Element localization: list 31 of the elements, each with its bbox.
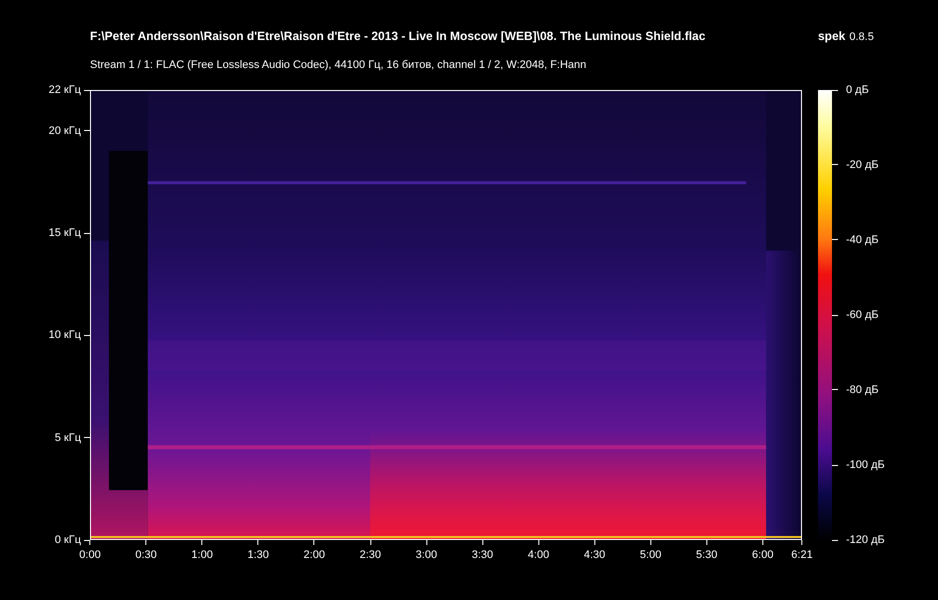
frequency-label: 22 кГц [48,84,81,96]
time-label: 6:21 [791,549,813,561]
time-label: 3:30 [472,549,494,561]
time-label: 4:00 [528,549,550,561]
time-label: 0:30 [135,549,157,561]
level-label: -100 дБ [846,459,885,471]
level-label: -20 дБ [846,158,879,171]
level-label: -120 дБ [846,534,885,546]
frequency-label: 15 кГц [48,227,81,240]
time-label: 3:00 [416,549,438,561]
file-path-title: F:\Peter Andersson\Raison d'Etre\Raison d'Etre - 2013 - Live In Moscow [WEB]\08. The Luminous Shield.flac [90,29,706,43]
time-label: 1:30 [247,549,269,561]
frequency-label: 5 кГц [54,432,81,444]
app-name: spek [818,29,846,43]
time-label: 2:30 [360,549,382,561]
app-version: 0.8.5 [849,31,874,43]
level-label: -60 дБ [846,309,879,321]
level-label: -80 дБ [846,384,879,396]
frequency-label: 20 кГц [48,124,81,137]
stream-info: Stream 1 / 1: FLAC (Free Lossless Audio Codec), 44100 Гц, 16 битов, channel 1 / 2, W:2048, F:Hann [89,59,588,73]
time-label: 4:30 [584,549,606,561]
time-label: 0:00 [79,549,101,561]
frequency-label: 10 кГц [48,329,81,342]
time-label: 5:30 [696,549,718,561]
level-label: 0 дБ [846,84,869,96]
time-label: 6:00 [752,549,774,561]
time-label: 2:00 [304,549,325,561]
time-label: 1:00 [191,549,213,561]
level-label: -40 дБ [846,234,879,246]
time-label: 5:00 [640,549,662,561]
frequency-label: 0 кГц [54,534,81,546]
